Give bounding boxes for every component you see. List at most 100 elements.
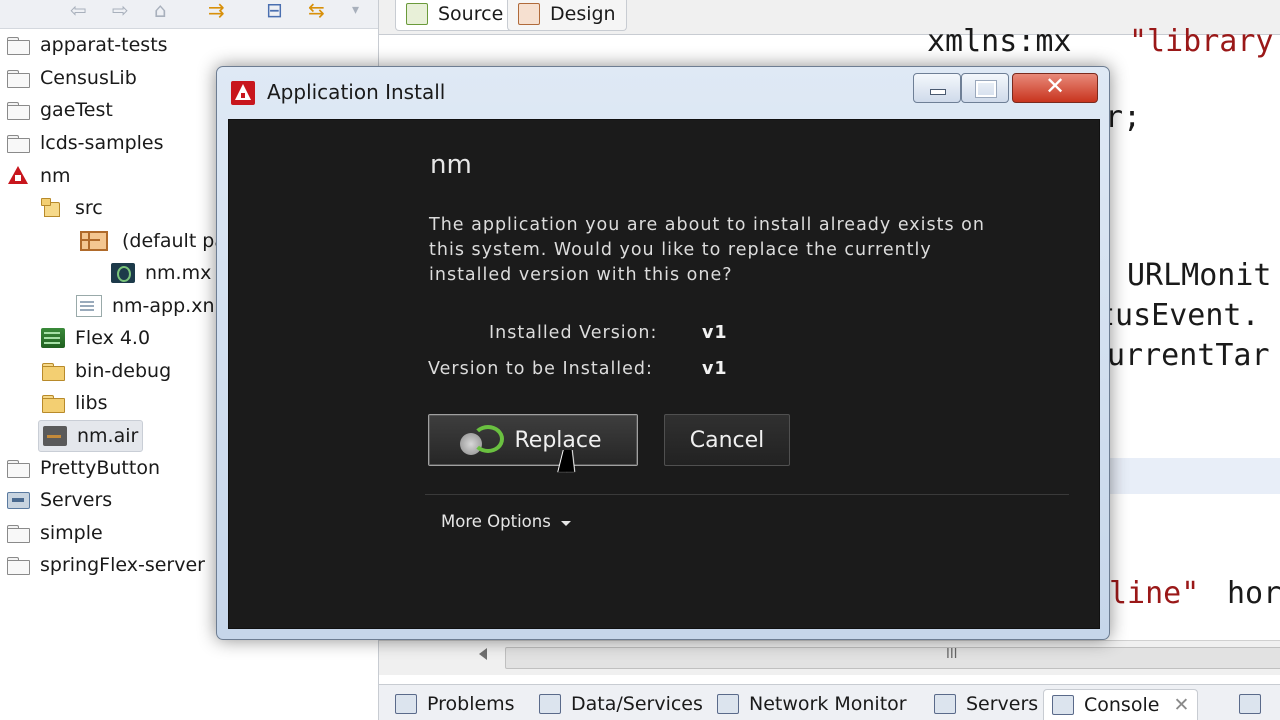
link-editor-icon[interactable]: ⇉ (208, 0, 225, 22)
tree-item-libs[interactable]: libs (41, 388, 108, 418)
code-line[interactable]: urrentTar (1107, 338, 1270, 373)
application-install-dialog: Application Install ✕ nm The application… (216, 66, 1110, 640)
folder-icon (6, 35, 30, 55)
xml-file-icon (76, 295, 102, 317)
tree-item-default-package[interactable]: (default pa (76, 226, 226, 256)
collapse-all-icon[interactable]: ⊟ (266, 0, 283, 22)
horizontal-scrollbar[interactable]: III (379, 640, 1280, 675)
view-menu-icon[interactable]: ▾ (352, 2, 359, 18)
code-line[interactable]: xmlns:mx (927, 24, 1072, 59)
network-monitor-icon (717, 694, 739, 714)
tree-item-nm-app-xml[interactable]: nm-app.xn (76, 291, 215, 321)
sync-icon[interactable]: ⇆ (308, 0, 325, 22)
replace-icon (460, 423, 505, 457)
tree-item-label: src (75, 197, 103, 219)
tree-item-label: Servers (40, 489, 113, 511)
forward-arrow-icon[interactable]: ⇨ (112, 0, 129, 22)
code-line[interactable]: line" (1109, 576, 1199, 611)
mxml-file-icon (111, 263, 135, 283)
tree-item-gaetest[interactable]: gaeTest (6, 95, 113, 125)
tab-overflow[interactable] (1239, 689, 1261, 719)
home-icon[interactable]: ⌂ (154, 0, 167, 22)
tab-network-monitor[interactable]: Network Monitor (717, 689, 907, 719)
message-line: The application you are about to install… (429, 215, 985, 235)
cancel-button[interactable]: Cancel (664, 414, 790, 466)
library-icon (41, 328, 65, 348)
more-options-toggle[interactable]: More Options (441, 512, 571, 531)
tree-item-servers[interactable]: Servers (6, 485, 112, 515)
tree-item-springflex-server[interactable]: springFlex-server (6, 550, 205, 580)
code-line[interactable]: tusEvent. (1097, 298, 1260, 333)
close-button[interactable]: ✕ (1012, 72, 1098, 103)
tree-item-label: libs (75, 392, 108, 414)
tree-item-simple[interactable]: simple (6, 518, 103, 548)
problems-icon (395, 694, 417, 714)
installed-version-label: Installed Version: (489, 323, 658, 343)
tree-item-label: nm.air (77, 425, 139, 447)
tree-item-nm-mxml[interactable]: nm.mx (111, 258, 211, 288)
tab-label: Data/Services (571, 693, 703, 715)
tree-item-label: apparat-tests (40, 34, 168, 56)
dialog-body: nm The application you are about to inst… (228, 119, 1100, 629)
tab-design[interactable]: Design (507, 0, 627, 31)
tree-item-label: nm.mx (145, 262, 212, 284)
minimize-button[interactable] (913, 73, 961, 103)
folder-icon (6, 523, 30, 543)
tree-item-label: simple (40, 522, 103, 544)
replace-button[interactable]: Replace (428, 414, 638, 466)
folder-icon (6, 555, 30, 575)
folder-icon (6, 100, 30, 120)
tree-item-nm-air[interactable]: nm.air (38, 420, 144, 452)
close-tab-icon[interactable]: ✕ (1173, 694, 1189, 716)
tobe-installed-version-value: v1 (702, 359, 728, 379)
design-view-icon (518, 3, 540, 25)
tab-label: Source (438, 3, 504, 25)
folder-icon (41, 393, 65, 413)
tree-item-label: nm (40, 165, 71, 187)
tab-data-services[interactable]: Data/Services (539, 689, 703, 719)
tree-item-src[interactable]: src (41, 193, 103, 223)
adobe-air-icon (231, 81, 255, 105)
tree-item-label: bin-debug (75, 360, 172, 382)
back-arrow-icon[interactable]: ⇦ (70, 0, 87, 22)
tree-item-label: lcds-samples (40, 132, 164, 154)
scrollbar-thumb[interactable]: III (505, 647, 1280, 669)
replace-button-label: Replace (514, 427, 602, 453)
servers-folder-icon (6, 490, 30, 510)
code-line[interactable]: URLMonit (1127, 258, 1272, 293)
code-line[interactable]: hor (1227, 576, 1280, 611)
tree-item-apparat-tests[interactable]: apparat-tests (6, 30, 168, 60)
tab-label: Problems (427, 693, 515, 715)
tab-problems[interactable]: Problems (395, 689, 515, 719)
tab-console[interactable]: Console ✕ (1043, 689, 1199, 720)
folder-icon (41, 361, 65, 381)
tree-item-censuslib[interactable]: CensusLib (6, 63, 137, 93)
tab-label: Servers (966, 693, 1039, 715)
scroll-left-icon[interactable] (479, 648, 487, 660)
tree-item-bin-debug[interactable]: bin-debug (41, 356, 171, 386)
code-line[interactable]: r; (1105, 100, 1141, 135)
air-file-icon (43, 426, 67, 446)
tree-item-label: CensusLib (40, 67, 137, 89)
tab-label: Network Monitor (749, 693, 907, 715)
tab-servers[interactable]: Servers (934, 689, 1038, 719)
tree-item-nm[interactable]: nm (6, 161, 71, 191)
servers-icon (934, 694, 956, 714)
message-line: this system. Would you like to replace t… (429, 240, 932, 260)
maximize-button[interactable] (961, 73, 1009, 103)
more-options-label: More Options (441, 512, 551, 531)
code-line[interactable]: "library: (1129, 24, 1280, 59)
close-icon: ✕ (1044, 72, 1066, 100)
folder-icon (6, 133, 30, 153)
tree-item-label: (default pa (122, 230, 227, 252)
tab-source[interactable]: Source (395, 0, 515, 31)
dialog-title: Application Install (267, 80, 446, 104)
tree-item-label: gaeTest (40, 99, 113, 121)
tree-item-lcds-samples[interactable]: lcds-samples (6, 128, 164, 158)
tree-item-flex-4[interactable]: Flex 4.0 (41, 323, 150, 353)
explorer-toolbar: ⇦ ⇨ ⌂ ⇉ ⊟ ⇆ ▾ (0, 0, 378, 29)
console-icon (1052, 695, 1074, 715)
tab-label: Design (550, 3, 616, 25)
tobe-installed-version-label: Version to be Installed: (428, 359, 653, 379)
tree-item-prettybutton[interactable]: PrettyButton (6, 453, 160, 483)
